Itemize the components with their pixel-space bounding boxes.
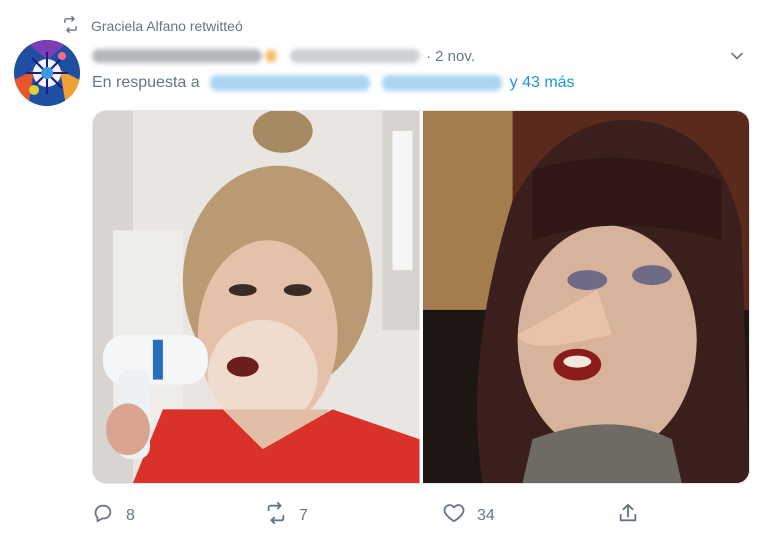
- reply-icon: [92, 502, 114, 529]
- author-emoji-redacted: [266, 50, 276, 62]
- reply-prefix: En respuesta a: [92, 74, 200, 91]
- reply-context: En respuesta a y 43 más: [92, 74, 575, 92]
- tweet-date[interactable]: · 2 nov.: [426, 48, 475, 65]
- avatar[interactable]: [14, 40, 80, 106]
- reply-more-link[interactable]: y 43 más: [510, 74, 575, 92]
- like-count: 34: [477, 506, 495, 524]
- retweet-context: Graciela Alfano retwitteó: [62, 15, 243, 36]
- chevron-down-icon[interactable]: [727, 46, 747, 66]
- share-button[interactable]: [617, 502, 639, 529]
- reply-mention-redacted[interactable]: [381, 75, 502, 91]
- reply-mention-redacted[interactable]: [209, 75, 370, 91]
- reply-button[interactable]: 8: [92, 502, 135, 529]
- retweet-icon: [265, 502, 287, 529]
- retweeter-name[interactable]: Graciela Alfano retwitteó: [91, 18, 243, 34]
- author-handle-redacted[interactable]: [290, 49, 420, 63]
- photo-witch-character[interactable]: [422, 111, 749, 483]
- retweet-icon: [62, 15, 79, 36]
- photo-woman-face-mask[interactable]: [93, 111, 420, 483]
- tweet-header: · 2 nov.: [92, 44, 747, 68]
- heart-icon: [443, 502, 465, 529]
- tweet-actions: 8 7 34: [92, 502, 652, 530]
- share-icon: [617, 502, 639, 529]
- like-button[interactable]: 34: [443, 502, 495, 529]
- reply-count: 8: [126, 506, 135, 524]
- retweet-count: 7: [299, 506, 308, 524]
- author-name-redacted[interactable]: [92, 49, 262, 63]
- tweet-media[interactable]: [92, 110, 750, 484]
- retweet-button[interactable]: 7: [265, 502, 308, 529]
